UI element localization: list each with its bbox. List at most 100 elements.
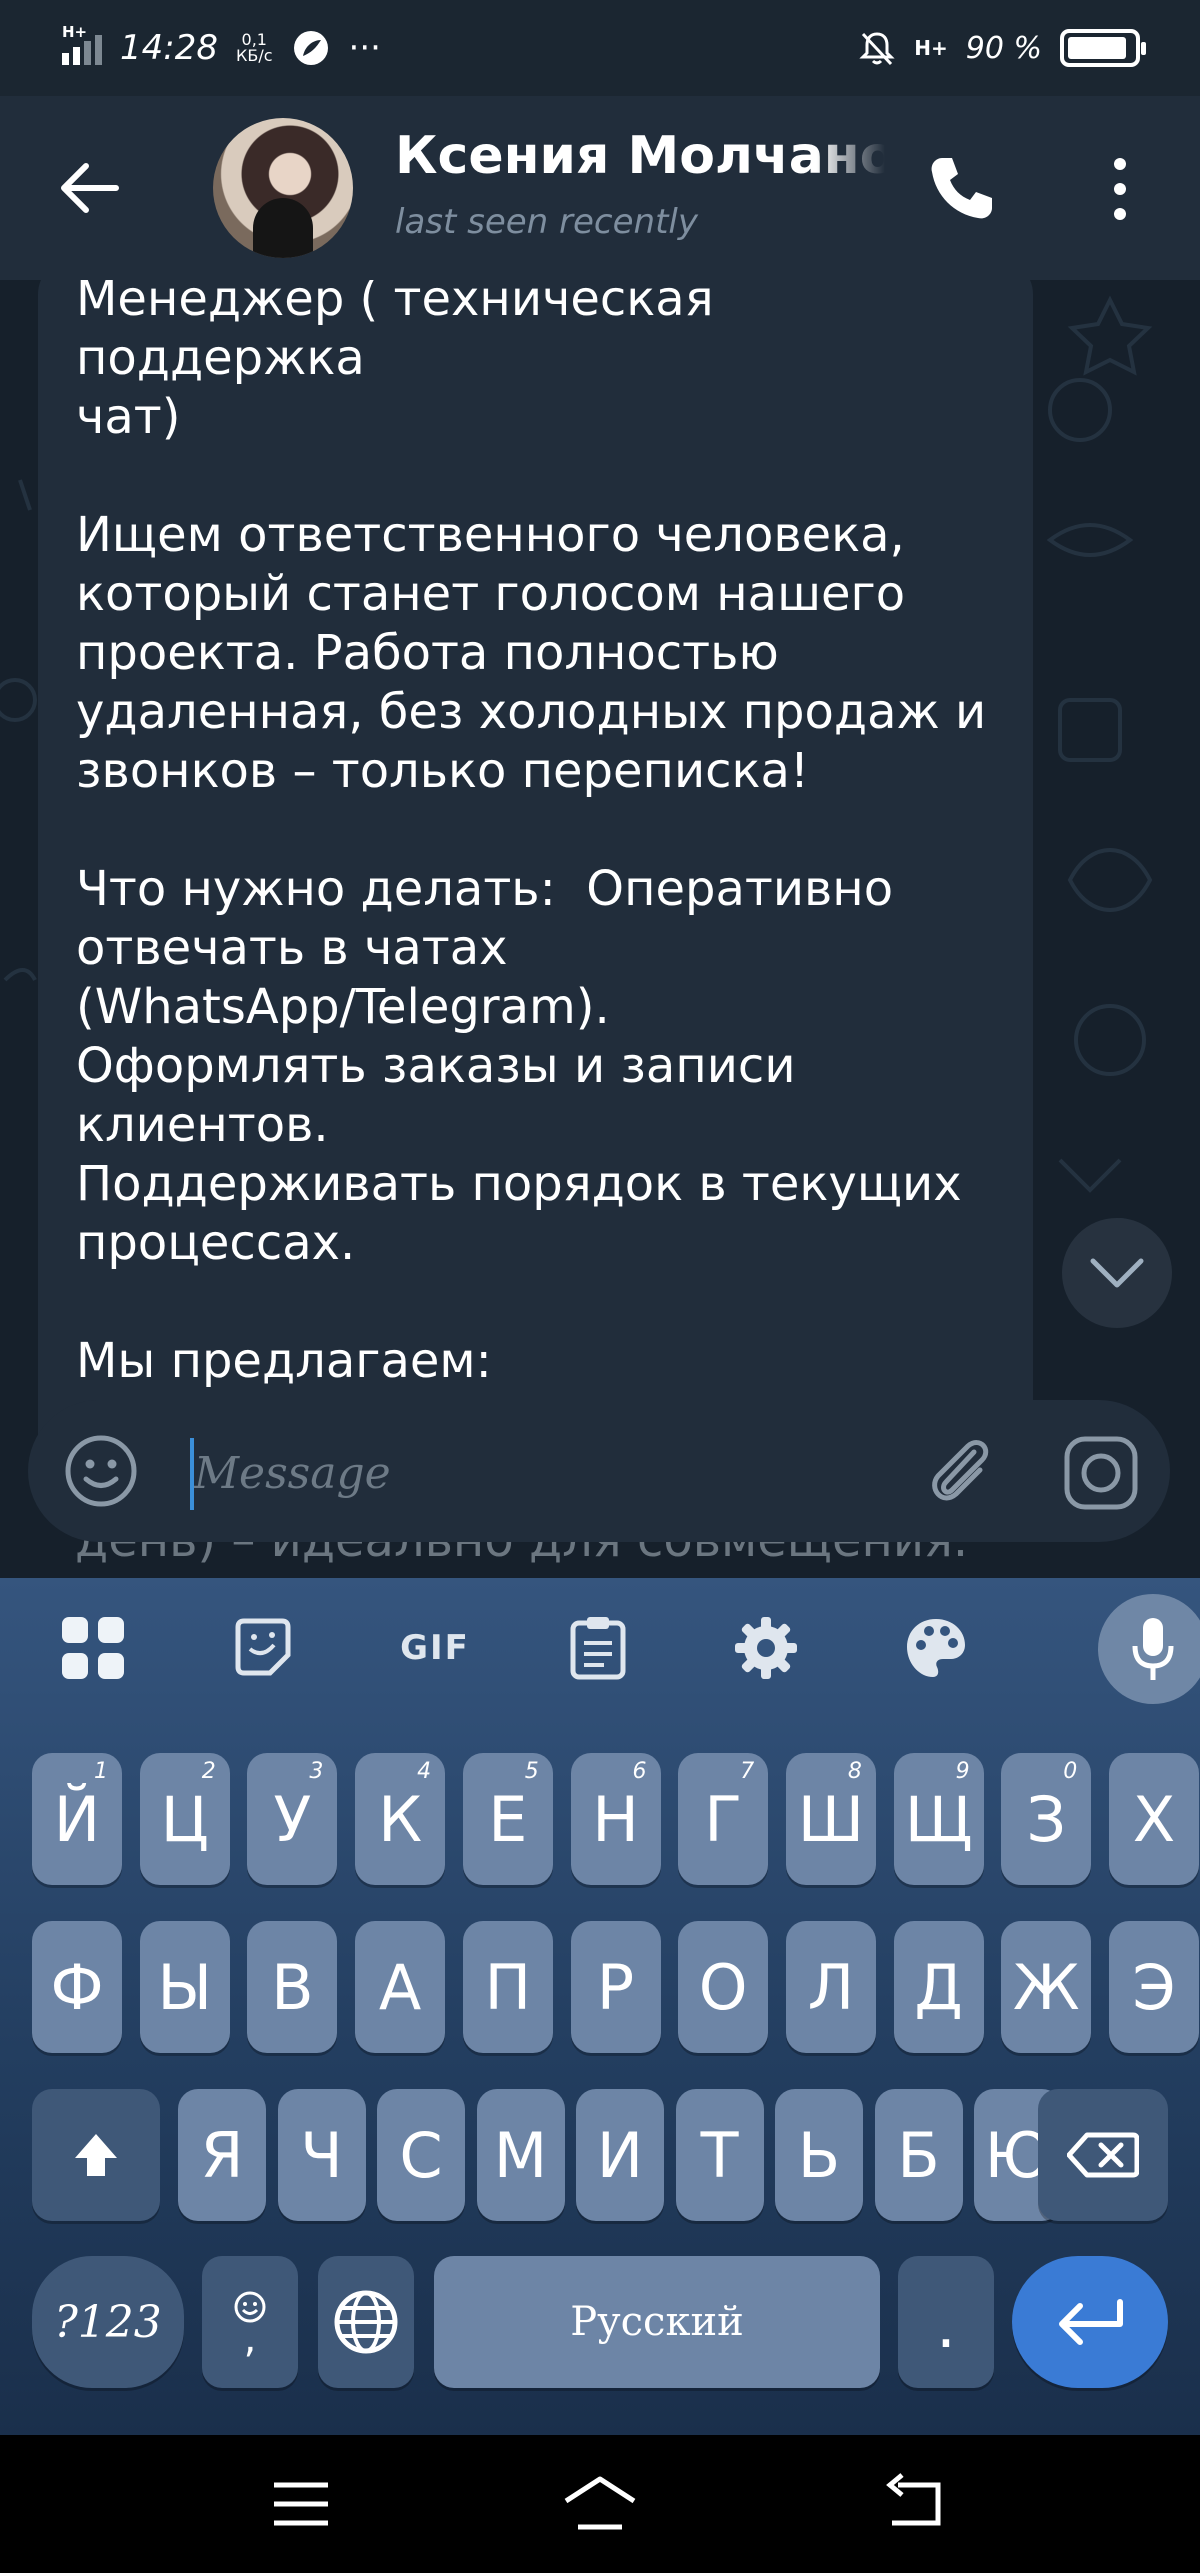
key-label: Х — [1132, 1782, 1176, 1856]
mute-icon — [859, 32, 895, 66]
key-r1-3[interactable]: К4 — [355, 1753, 446, 1885]
more-options-icon[interactable] — [1100, 154, 1140, 224]
sticker-icon[interactable] — [225, 1610, 301, 1686]
network-type-right: H+ — [914, 36, 948, 60]
apps-grid-icon[interactable] — [55, 1610, 131, 1686]
key-hint: 4 — [417, 1759, 432, 1784]
backspace-key[interactable] — [1038, 2089, 1168, 2221]
shift-key[interactable] — [32, 2089, 160, 2221]
chat-area[interactable]: Менеджер ( техническая поддержка чат) Ищ… — [0, 280, 1200, 1580]
key-r3-0[interactable]: Я — [178, 2089, 266, 2221]
battery-icon — [1060, 29, 1146, 67]
chevron-down-icon — [1090, 1258, 1144, 1288]
emoji-comma-key[interactable]: , — [202, 2256, 298, 2388]
key-r2-9[interactable]: Ж — [1001, 1921, 1092, 2053]
symbols-key[interactable]: ?123 — [32, 2256, 184, 2388]
key-r2-4[interactable]: П — [462, 1921, 553, 2053]
period-key[interactable]: . — [898, 2256, 994, 2388]
message-text: Менеджер ( техническая поддержка чат) Ищ… — [76, 280, 987, 1507]
key-label: Б — [897, 2118, 940, 2192]
key-hint: 9 — [955, 1759, 970, 1784]
key-r2-7[interactable]: Л — [785, 1921, 876, 2053]
key-r1-5[interactable]: Н6 — [570, 1753, 661, 1885]
phone-call-icon[interactable] — [920, 148, 1000, 228]
theme-palette-icon[interactable] — [898, 1610, 974, 1686]
attach-icon[interactable] — [918, 1430, 1002, 1514]
scroll-down-button[interactable] — [1062, 1218, 1172, 1328]
chat-header: Ксения Молчанова last seen recently — [0, 96, 1200, 280]
key-r2-8[interactable]: Д — [893, 1921, 984, 2053]
key-label: Л — [807, 1950, 855, 2024]
key-r3-5[interactable]: Т — [675, 2089, 764, 2221]
home-icon[interactable] — [560, 2471, 640, 2537]
key-r3-2[interactable]: С — [377, 2089, 465, 2221]
key-r2-1[interactable]: Ы — [139, 1921, 230, 2053]
key-r1-10[interactable]: Х — [1109, 1753, 1199, 1885]
enter-key[interactable] — [1012, 2256, 1168, 2388]
speed-unit: КБ/с — [235, 46, 273, 65]
recent-apps-icon[interactable] — [266, 2471, 336, 2537]
camera-icon[interactable] — [1062, 1434, 1140, 1512]
message-input[interactable] — [190, 1440, 890, 1506]
signal-icon: H+ — [62, 23, 102, 65]
key-r1-6[interactable]: Г7 — [678, 1753, 769, 1885]
globe-icon — [334, 2290, 398, 2354]
key-label: И — [596, 2118, 644, 2192]
key-r2-2[interactable]: В — [247, 1921, 338, 2053]
key-r1-2[interactable]: У3 — [247, 1753, 338, 1885]
key-r1-7[interactable]: Ш8 — [785, 1753, 876, 1885]
key-r1-1[interactable]: Ц2 — [139, 1753, 230, 1885]
message-composer — [28, 1400, 1170, 1542]
message-bubble[interactable]: Менеджер ( техническая поддержка чат) Ищ… — [38, 280, 1033, 1520]
key-hint: 5 — [524, 1759, 539, 1784]
key-label: П — [484, 1950, 532, 2024]
key-r3-6[interactable]: Ь — [775, 2089, 863, 2221]
key-r2-10[interactable]: Э — [1109, 1921, 1199, 2053]
key-label: С — [399, 2118, 443, 2192]
back-nav-icon[interactable] — [880, 2471, 950, 2537]
key-r2-0[interactable]: Ф — [32, 1921, 122, 2053]
backspace-icon — [1067, 2132, 1139, 2178]
key-label: У — [273, 1782, 312, 1856]
key-label: Ц — [160, 1782, 209, 1856]
app-notification-icon — [293, 31, 328, 65]
key-r1-9[interactable]: З0 — [1001, 1753, 1092, 1885]
key-r3-1[interactable]: Ч — [277, 2089, 366, 2221]
language-switch-key[interactable] — [318, 2256, 414, 2388]
key-r3-7[interactable]: Б — [874, 2089, 963, 2221]
key-label: Ш — [797, 1782, 865, 1856]
key-hint: 0 — [1063, 1759, 1078, 1784]
key-r1-4[interactable]: Е5 — [462, 1753, 553, 1885]
keyboard: GIF Й1Ц2У3К4Е5Н6Г7Ш8Щ9З0Х ФЫВАПРОЛДЖЭ ЯЧ… — [0, 1578, 1200, 2435]
key-label: В — [271, 1950, 314, 2024]
gif-button[interactable]: GIF — [390, 1610, 480, 1686]
key-label: З — [1026, 1782, 1067, 1856]
key-label: Ч — [300, 2118, 343, 2192]
key-r1-8[interactable]: Щ9 — [893, 1753, 984, 1885]
key-r1-0[interactable]: Й1 — [32, 1753, 122, 1885]
key-r2-6[interactable]: О — [678, 1921, 769, 2053]
settings-gear-icon[interactable] — [728, 1610, 804, 1686]
key-label: А — [378, 1950, 422, 2024]
voice-input-button[interactable] — [1098, 1594, 1200, 1704]
microphone-icon — [1132, 1618, 1174, 1680]
space-key[interactable]: Русский — [434, 2256, 880, 2388]
clipboard-icon[interactable] — [560, 1610, 636, 1686]
contact-name[interactable]: Ксения Молчанова — [395, 126, 885, 186]
key-r2-3[interactable]: А — [355, 1921, 446, 2053]
system-navigation-bar — [0, 2435, 1200, 2573]
key-label: Г — [704, 1782, 743, 1856]
network-type: H+ — [62, 23, 88, 41]
key-hint: 1 — [94, 1759, 108, 1784]
back-arrow-icon[interactable] — [50, 148, 130, 228]
network-speed: 0,1 КБ/с — [236, 32, 273, 64]
key-r3-3[interactable]: М — [476, 2089, 565, 2221]
shift-arrow-icon — [75, 2134, 117, 2176]
key-r3-4[interactable]: И — [576, 2089, 664, 2221]
key-r2-5[interactable]: Р — [570, 1921, 661, 2053]
key-label: Ь — [797, 2118, 841, 2192]
avatar[interactable] — [213, 118, 353, 258]
emoji-icon[interactable] — [64, 1434, 138, 1508]
key-label: Т — [700, 2118, 739, 2192]
enter-arrow-icon — [1059, 2299, 1123, 2345]
